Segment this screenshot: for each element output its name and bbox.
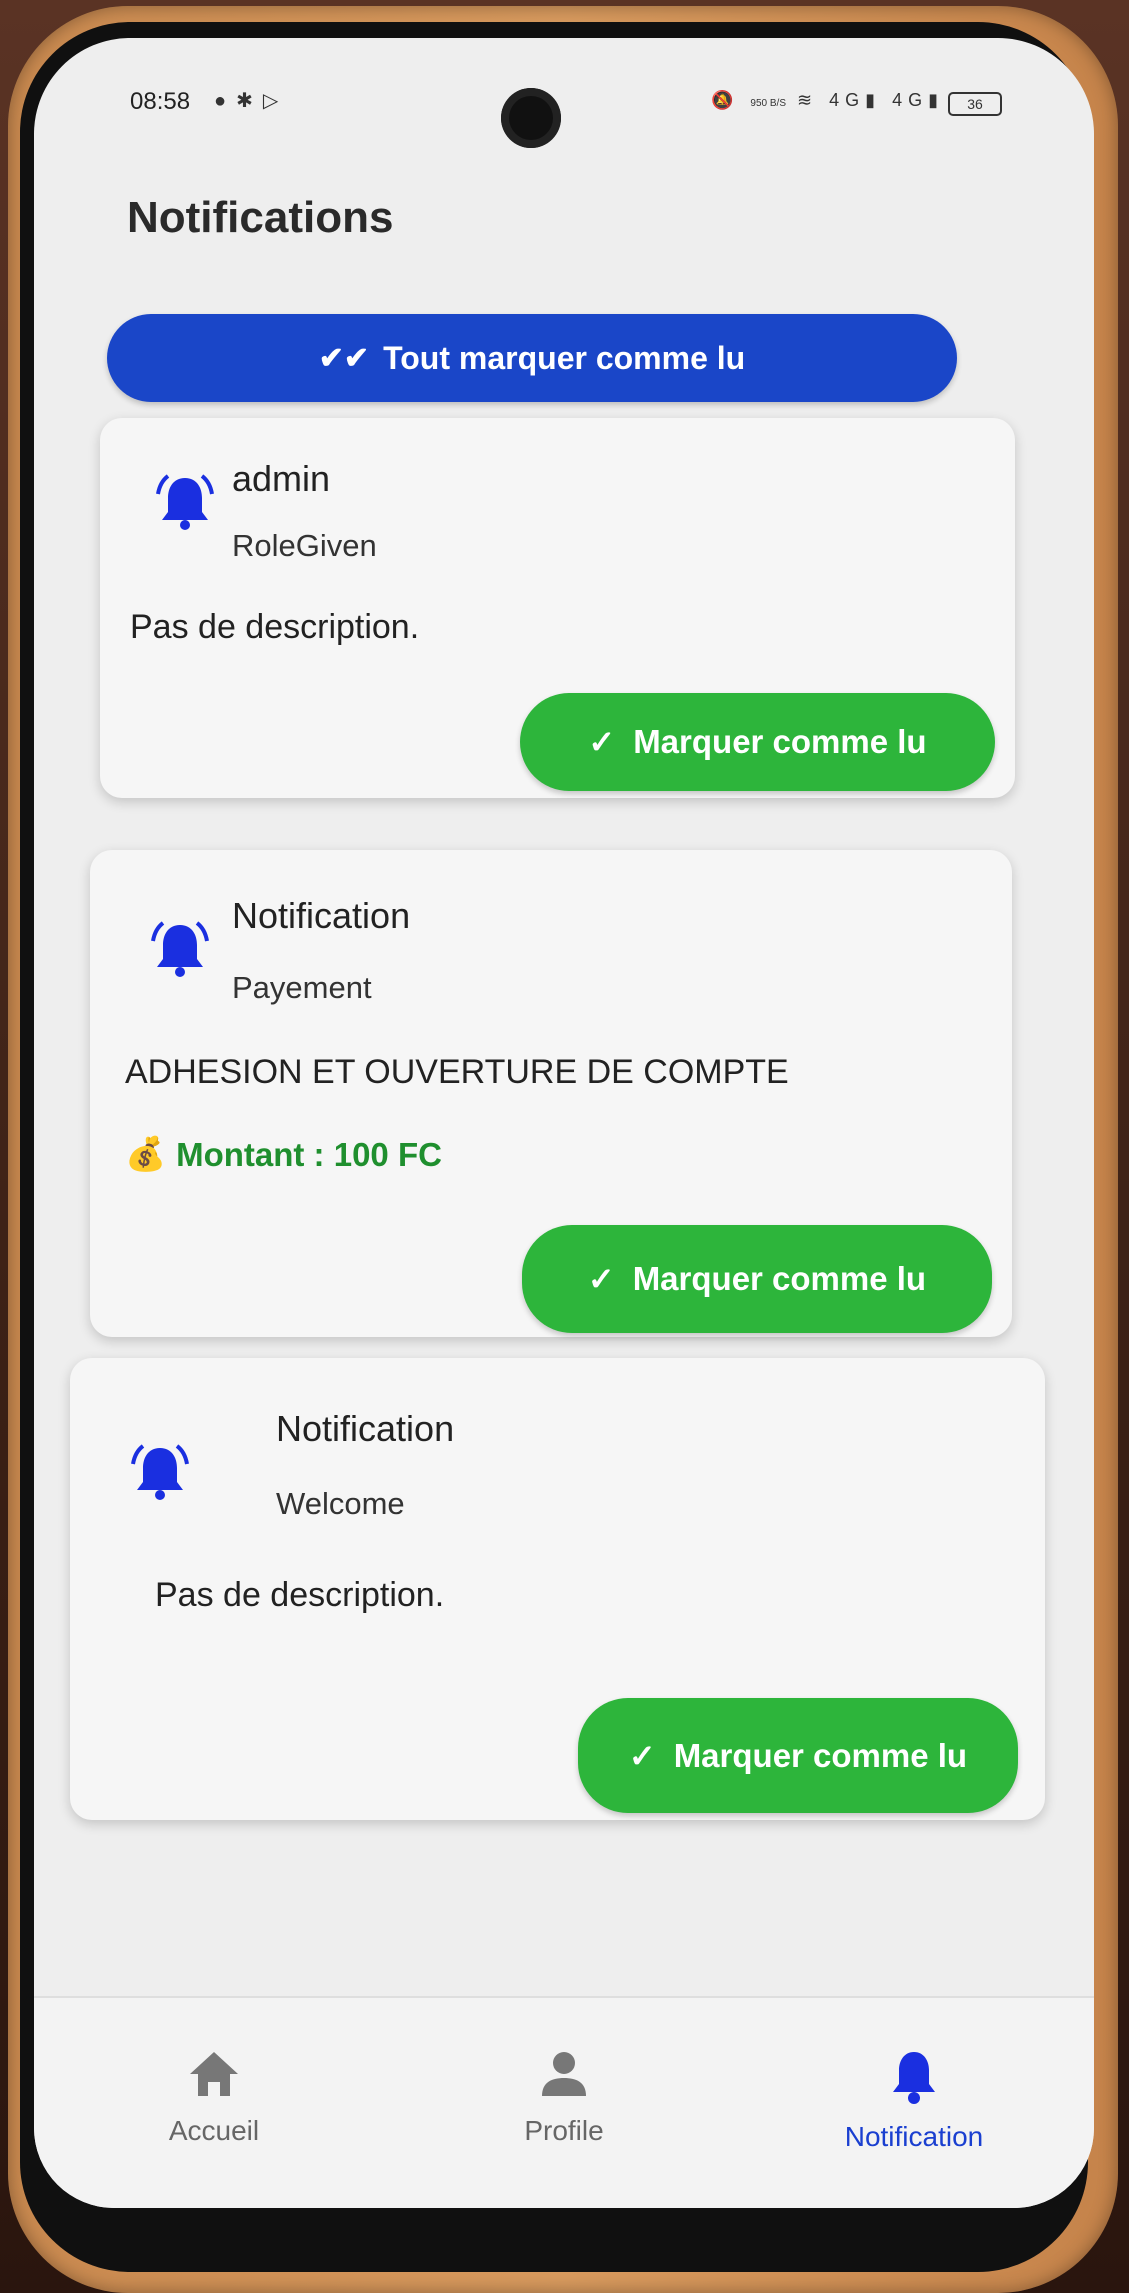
status-left-icons: ●✱▷ (214, 88, 288, 113)
person-icon (542, 2052, 586, 2096)
notification-description: Pas de description. (155, 1576, 445, 1614)
message-icon: ● (214, 90, 237, 112)
status-right-icons: 🔕 950 B/S ≋ 4G▮ 4G▮ (711, 90, 944, 111)
signal-4g-icon: 4G▮ (829, 90, 882, 110)
mark-all-read-label: Tout marquer comme lu (383, 339, 746, 376)
notification-description: ADHESION ET OUVERTURE DE COMPTE (125, 1053, 789, 1091)
payment-amount: 💰 Montant : 100 FC (125, 1135, 442, 1174)
home-icon (190, 2052, 238, 2096)
status-bar: 08:58 ●✱▷ 🔕 950 B/S ≋ 4G▮ 4G▮ 36 (34, 38, 1094, 178)
nav-label: Profile (524, 2115, 604, 2146)
mute-icon: 🔕 (710, 90, 740, 110)
amount-label: Montant : 100 FC (176, 1135, 442, 1173)
check-icon: ✓ (588, 724, 616, 760)
page-title: Notifications (127, 193, 394, 242)
signal-4g-icon-2: 4G▮ (892, 90, 944, 110)
nav-item-notification[interactable]: Notification (814, 2048, 1014, 2153)
battery-level: 36 (967, 96, 983, 112)
wifi-icon: ≋ (797, 90, 819, 110)
mark-read-label: Marquer comme lu (632, 1260, 927, 1297)
play-icon: ▷ (262, 90, 289, 112)
data-speed: 950 B/S (750, 98, 787, 109)
mark-read-button[interactable]: ✓ Marquer comme lu (522, 1225, 992, 1333)
mark-read-button[interactable]: ✓ Marquer comme lu (578, 1698, 1018, 1813)
nav-label: Notification (844, 2121, 984, 2152)
notification-type: Welcome (276, 1486, 405, 1521)
bottom-navigation: Accueil Profile Notification (34, 1996, 1094, 2208)
nav-item-accueil[interactable]: Accueil (114, 2048, 314, 2147)
notification-type: RoleGiven (232, 528, 377, 563)
notification-card: Notification Welcome Pas de description.… (70, 1358, 1045, 1820)
notification-card: Notification Payement ADHESION ET OUVERT… (90, 850, 1012, 1337)
bell-icon (893, 2052, 935, 2104)
phone-screen: 08:58 ●✱▷ 🔕 950 B/S ≋ 4G▮ 4G▮ 36 Notific… (34, 38, 1094, 2208)
mark-all-read-button[interactable]: ✔✔ Tout marquer comme lu (107, 314, 957, 402)
front-camera (501, 88, 561, 148)
bell-icon (151, 921, 209, 977)
mark-read-label: Marquer comme lu (633, 723, 927, 760)
notification-title: Notification (276, 1408, 455, 1449)
notification-card: admin RoleGiven Pas de description. ✓ Ma… (100, 418, 1015, 798)
notification-type: Payement (232, 970, 372, 1005)
money-bag-icon: 💰 (125, 1135, 167, 1172)
bell-icon (156, 474, 214, 530)
notification-description: Pas de description. (130, 608, 420, 646)
double-check-icon: ✔✔ (318, 341, 370, 375)
nav-label: Accueil (168, 2115, 260, 2146)
battery-icon: 36 (948, 92, 1002, 116)
status-time: 08:58 (130, 88, 191, 115)
settings-icon: ✱ (236, 90, 263, 112)
bell-icon (131, 1444, 189, 1500)
check-icon: ✓ (587, 1261, 615, 1297)
nav-item-profile[interactable]: Profile (464, 2048, 664, 2147)
mark-read-button[interactable]: ✓ Marquer comme lu (520, 693, 995, 791)
notification-title: Notification (232, 895, 411, 936)
check-icon: ✓ (628, 1737, 656, 1774)
notification-title: admin (232, 458, 331, 499)
mark-read-label: Marquer comme lu (673, 1736, 968, 1774)
